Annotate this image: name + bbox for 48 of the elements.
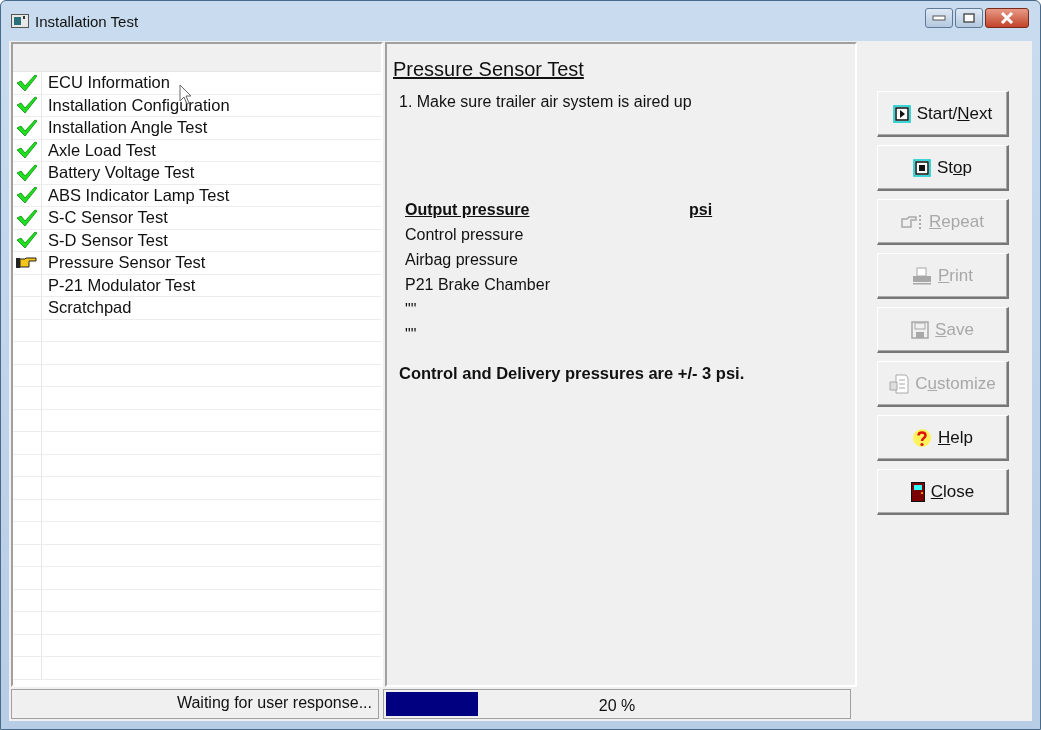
window-app-icon: [11, 14, 29, 28]
test-list-item[interactable]: ABS Indicator Lamp Test: [13, 184, 381, 207]
column-header: Output pressure: [405, 201, 530, 219]
table-cell: "": [405, 326, 417, 344]
toolbar-button[interactable]: Stop: [877, 145, 1009, 191]
test-list-item[interactable]: P-21 Modulator Test: [13, 274, 381, 297]
table-cell: Airbag pressure: [405, 251, 518, 269]
instruction-text: 1. Make sure trailer air system is aired up: [399, 93, 693, 111]
pointing-hand-icon: [16, 256, 38, 269]
tolerance-note: Control and Delivery pressures are +/- 3 psi.: [399, 364, 746, 383]
toolbar-button[interactable]: Start/Next: [877, 91, 1009, 137]
document-icon: [889, 373, 910, 394]
help-icon: [912, 427, 932, 448]
checkmark-icon: [16, 141, 38, 160]
table-cell: P21 Brake Chamber: [405, 276, 550, 294]
printer-icon: [912, 266, 932, 285]
minimize-icon: [932, 15, 946, 21]
pointing-hand-icon: [901, 213, 924, 230]
stop-icon: [913, 158, 931, 177]
checkmark-icon: [16, 163, 38, 182]
checkmark-icon: [16, 118, 38, 137]
checkmark-icon: [16, 208, 38, 227]
test-list-item[interactable]: S-C Sensor Test: [13, 207, 381, 230]
door-icon: [910, 481, 925, 502]
table-cell: "": [405, 301, 417, 319]
maximize-button[interactable]: [955, 8, 983, 28]
checkmark-icon: [16, 231, 38, 250]
progress-reading: 20 %: [597, 697, 637, 715]
test-list-item[interactable]: Installation Angle Test: [13, 117, 381, 140]
test-list-item[interactable]: Axle Load Test: [13, 139, 381, 162]
maximize-icon: [963, 13, 975, 23]
play-icon: [892, 104, 911, 123]
toolbar-button[interactable]: Help: [877, 415, 1009, 461]
table-cell: Control pressure: [405, 226, 524, 244]
status-message: Waiting for user response...: [11, 689, 379, 719]
checkmark-icon: [16, 186, 38, 205]
close-icon: [1000, 12, 1014, 24]
minimize-button[interactable]: [925, 8, 953, 28]
column-header: psi: [689, 201, 713, 219]
test-list-item[interactable]: S-D Sensor Test: [13, 229, 381, 252]
test-list-item[interactable]: Pressure Sensor Test: [13, 252, 381, 275]
test-list-item[interactable]: Scratchpad: [13, 297, 381, 320]
toolbar-button[interactable]: Close: [877, 469, 1009, 515]
checkmark-icon: [16, 96, 38, 115]
close-button[interactable]: [985, 8, 1029, 28]
test-list-item[interactable]: Battery Voltage Test: [13, 162, 381, 185]
test-heading: Pressure Sensor Test: [393, 58, 585, 81]
window-title: Installation Test: [35, 12, 139, 30]
